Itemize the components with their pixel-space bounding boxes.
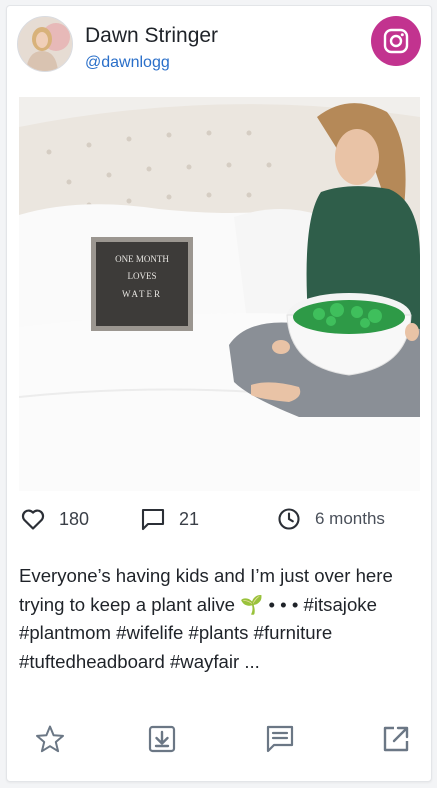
likes-stat[interactable]: 180 [21, 502, 89, 536]
likes-count: 180 [59, 508, 90, 529]
comment-icon[interactable] [259, 718, 301, 760]
post-stats: 180 21 6 months [19, 502, 420, 536]
age-stat: 6 months [277, 502, 385, 536]
clock-icon [278, 508, 300, 530]
letterboard-line-1: ONE MONTH [115, 254, 169, 264]
avatar[interactable] [17, 16, 73, 72]
star-icon[interactable] [29, 718, 71, 760]
instagram-icon[interactable] [371, 16, 421, 66]
comments-stat[interactable]: 21 [141, 502, 199, 536]
post-header: Dawn Stringer @dawnlogg [15, 14, 423, 74]
post-photo[interactable]: ONE MONTH LOVES WATER [19, 97, 420, 491]
action-bar [19, 718, 421, 760]
post-age: 6 months [315, 509, 385, 528]
letterboard-line-2: LOVES [128, 271, 157, 281]
comment-bubble-icon [141, 508, 165, 531]
post-caption: Everyone’s having kids and I’m just over… [19, 565, 393, 672]
author-name[interactable]: Dawn Stringer [85, 24, 218, 48]
post-card: Dawn Stringer @dawnlogg ONE MONTH LOVES … [6, 5, 432, 782]
author-handle[interactable]: @dawnlogg [85, 54, 170, 72]
heart-icon [21, 509, 45, 530]
letterboard-line-3: WATER [122, 289, 162, 299]
download-icon[interactable] [141, 718, 183, 760]
comments-count: 21 [179, 508, 200, 529]
external-link-icon[interactable] [375, 718, 417, 760]
